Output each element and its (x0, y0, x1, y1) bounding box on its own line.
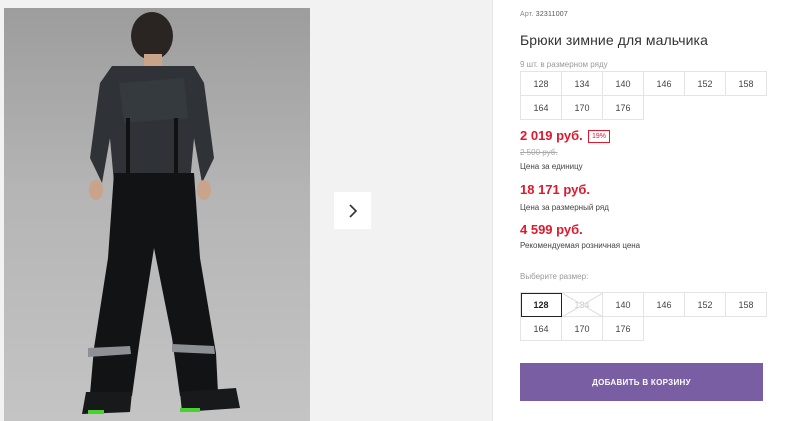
size-row-cell: 146 (644, 72, 685, 96)
unavailable-cross-icon (562, 293, 603, 317)
product-title: Брюки зимние для мальчика (520, 32, 708, 48)
chevron-right-icon (348, 203, 357, 218)
next-image-button[interactable] (334, 192, 371, 229)
size-option-140[interactable]: 140 (603, 293, 644, 317)
add-to-cart-button[interactable]: ДОБАВИТЬ В КОРЗИНУ (520, 363, 763, 401)
product-photo[interactable] (4, 8, 310, 421)
size-option-152[interactable]: 152 (685, 293, 726, 317)
size-row-cell: 170 (562, 96, 603, 120)
size-row-cell: 152 (685, 72, 726, 96)
size-option-164[interactable]: 164 (521, 317, 562, 341)
size-option-128[interactable]: 128 (521, 293, 562, 317)
size-row-cell: 176 (603, 96, 644, 120)
size-row-grid: 128 134 140 146 152 158 164 170 176 (520, 71, 767, 120)
recommended-price: 4 599 руб. (520, 222, 583, 237)
unit-price: 2 019 руб. (520, 128, 583, 143)
unit-price-note: Цена за единицу (520, 162, 583, 171)
article-number: Арт. 32311007 (520, 11, 568, 18)
boy-in-trousers-image (82, 12, 240, 414)
size-row-cell: 158 (726, 72, 767, 96)
old-price: 2 500 руб. (520, 148, 558, 157)
size-row-label: 9 шт. в размерном ряду (520, 60, 608, 69)
size-option-158[interactable]: 158 (726, 293, 767, 317)
size-row-cell: 128 (521, 72, 562, 96)
recommended-price-note: Рекомендуемая розничная цена (520, 241, 641, 250)
size-row-cell: 164 (521, 96, 562, 120)
article-label: Арт. (520, 11, 534, 18)
product-gallery (0, 0, 493, 421)
product-info: Арт. 32311007 Брюки зимние для мальчика … (518, 0, 800, 421)
article-value: 32311007 (535, 11, 568, 18)
size-option-134[interactable]: 134 (562, 293, 603, 317)
size-row-cell: 134 (562, 72, 603, 96)
discount-badge: 19% (588, 130, 611, 143)
size-row-cell: 140 (603, 72, 644, 96)
size-option-170[interactable]: 170 (562, 317, 603, 341)
size-row-price-note: Цена за размерный ряд (520, 203, 609, 212)
size-option-146[interactable]: 146 (644, 293, 685, 317)
choose-size-label: Выберите размер: (520, 272, 589, 281)
size-option-176[interactable]: 176 (603, 317, 644, 341)
size-selector: 128 134 140 146 152 158 164 170 176 (520, 292, 767, 341)
size-row-price: 18 171 руб. (520, 182, 591, 197)
